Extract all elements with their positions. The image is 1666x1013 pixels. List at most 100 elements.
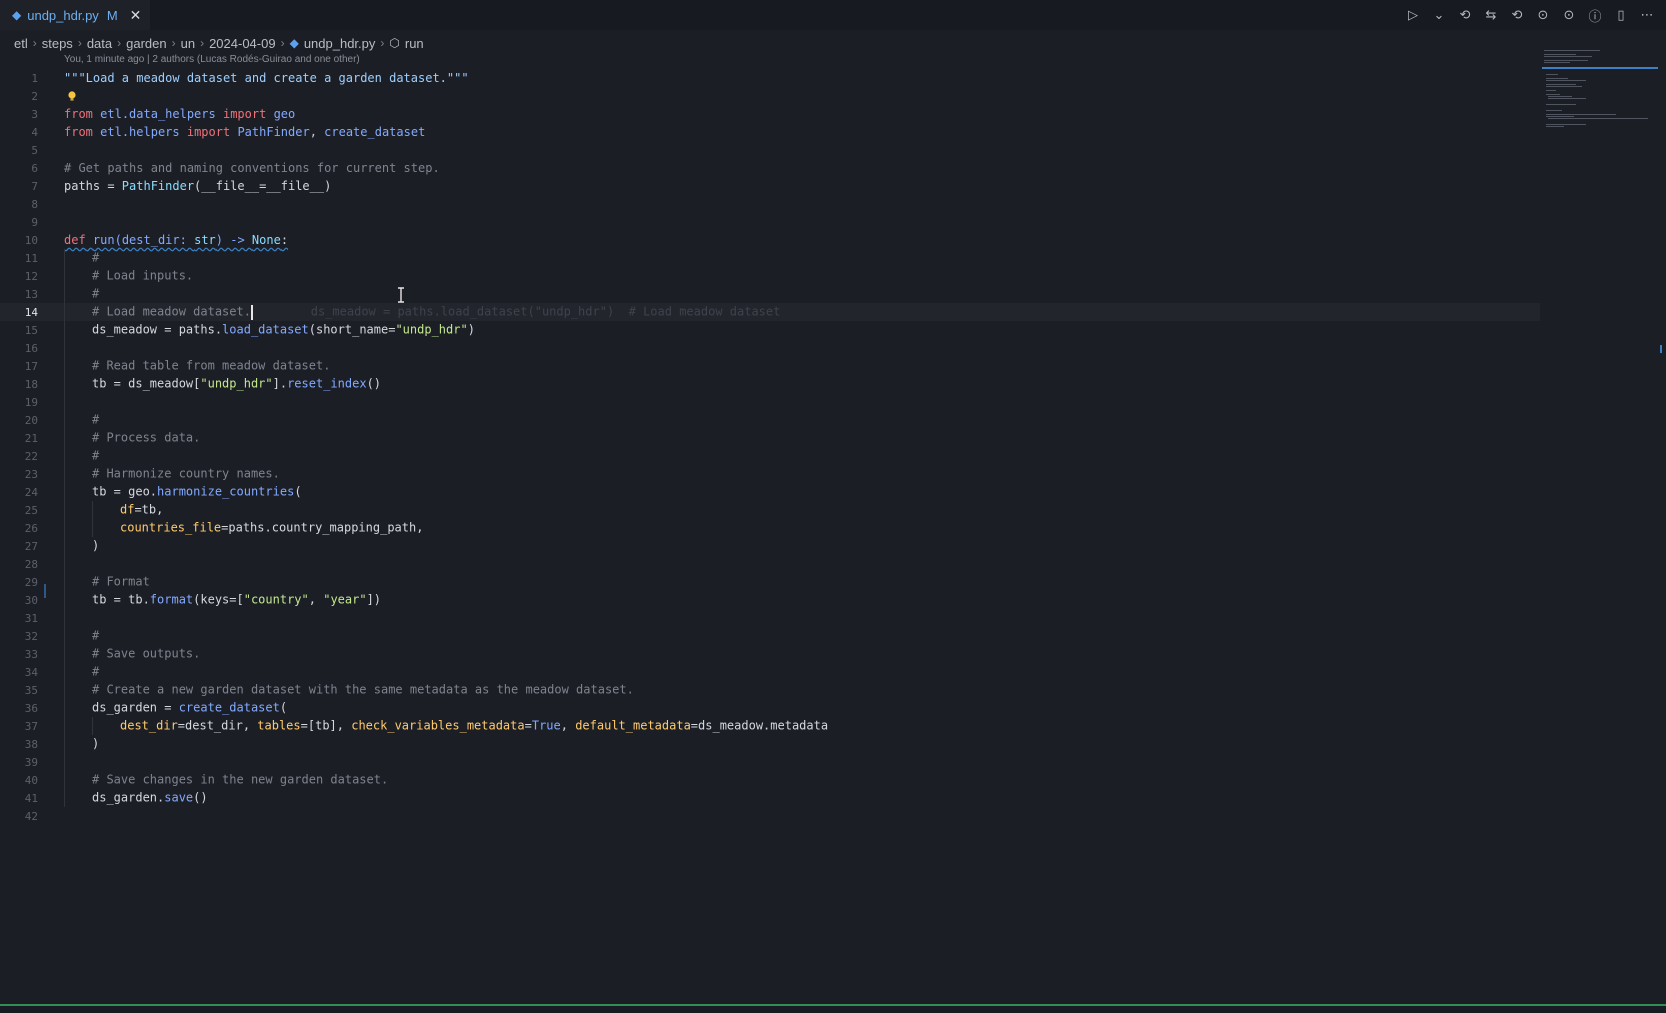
next-change-icon[interactable]: ⊙	[1560, 6, 1578, 24]
previous-change-icon[interactable]: ⊙	[1534, 6, 1552, 24]
close-icon[interactable]: ✕	[130, 7, 142, 24]
line-number: 42	[24, 809, 38, 823]
line-number: 8	[31, 197, 38, 211]
chevron-right-icon: ›	[171, 36, 176, 50]
breadcrumb-item[interactable]: data	[87, 36, 112, 51]
punctuation: ()	[366, 376, 382, 391]
code-text: (keys=[	[193, 592, 244, 607]
breadcrumb-item[interactable]: un	[181, 36, 195, 51]
git-blame-annotation[interactable]: You, 1 minute ago | 2 authors (Lucas Rod…	[64, 54, 360, 65]
line-number: 13	[24, 287, 38, 301]
editor-actions: ▷ ⌄ ⟲ ⇆ ⟲ ⊙ ⊙ ⓘ ▯ ⋯	[1404, 6, 1656, 24]
line-number: 21	[24, 431, 38, 445]
python-file-icon: ◆	[12, 8, 22, 22]
function-name: reset_index	[287, 376, 367, 391]
code-line: 2	[0, 87, 1540, 105]
line-number: 36	[24, 701, 38, 715]
code-line: 6 # Get paths and naming conventions for …	[0, 159, 1540, 177]
code-text: =[tb],	[300, 718, 352, 733]
code-line: 18 tb = ds_meadow["undp_hdr"].reset_index…	[0, 375, 1540, 393]
modified-badge: M	[106, 7, 118, 23]
tab-filename: undp_hdr.py	[27, 7, 99, 23]
revert-icon[interactable]: ⟲	[1508, 6, 1526, 24]
scrollbar-marker[interactable]	[1660, 345, 1662, 353]
import-name: create_dataset	[324, 125, 426, 139]
minimap[interactable]	[1542, 50, 1658, 140]
breadcrumb-item[interactable]: etl	[14, 36, 28, 51]
chevron-right-icon: ›	[117, 36, 122, 50]
comment: # Load meadow dataset.	[92, 304, 251, 319]
code-line: 8	[0, 195, 1540, 213]
punctuation: =	[524, 718, 532, 733]
line-number: 28	[24, 557, 38, 571]
code-line: 33 # Save outputs.	[0, 645, 1540, 663]
comment: # Process data.	[92, 430, 201, 445]
code-text: =paths.country_mapping_path,	[221, 520, 424, 535]
history-icon[interactable]: ⟲	[1456, 6, 1474, 24]
code-text: ].	[272, 376, 288, 391]
line-number: 35	[24, 683, 38, 697]
split-editor-icon[interactable]: ▯	[1612, 6, 1630, 24]
code-line: 3 from etl.data_helpers import geo	[0, 105, 1540, 123]
code-line: 42	[0, 807, 1540, 825]
comment: # Format	[92, 574, 150, 589]
punctuation: ,	[308, 592, 324, 607]
comment: # Read table from meadow dataset.	[92, 358, 331, 373]
line-number: 19	[24, 395, 38, 409]
line-number: 11	[24, 251, 38, 265]
lightbulb-icon[interactable]	[66, 90, 78, 102]
line-number: 30	[24, 593, 38, 607]
code-line: 11 #	[0, 249, 1540, 267]
line-number: 18	[24, 377, 38, 391]
breadcrumb-item[interactable]: undp_hdr.py	[304, 36, 376, 51]
line-number: 1	[31, 71, 38, 85]
code-text: tb = tb.	[92, 592, 150, 607]
line-number: 23	[24, 467, 38, 481]
code-line: 41 ds_garden.save()	[0, 789, 1540, 807]
breadcrumb-item[interactable]: run	[405, 36, 424, 51]
info-icon[interactable]: ⓘ	[1586, 6, 1604, 24]
code-line: 15 ds_meadow = paths.load_dataset(short_n…	[0, 321, 1540, 339]
code-line: 5	[0, 141, 1540, 159]
line-number: 16	[24, 341, 38, 355]
inline-suggestion[interactable]: ds_meadow = paths.load_dataset("undp_hdr…	[311, 305, 781, 319]
keyword: def	[64, 233, 86, 247]
code-text: =dest_dir,	[177, 718, 258, 733]
run-icon[interactable]: ▷	[1404, 6, 1422, 24]
code-text: tb = geo.	[92, 484, 158, 499]
comment: # Get paths and naming conventions for c…	[64, 161, 440, 175]
string: "undp_hdr"	[200, 376, 273, 391]
code-line: 36 ds_garden = create_dataset(	[0, 699, 1540, 717]
line-number: 10	[24, 233, 38, 247]
breadcrumb-item[interactable]: 2024-04-09	[209, 36, 276, 51]
line-number: 41	[24, 791, 38, 805]
code-line: 13 #	[0, 285, 1540, 303]
type-name: None	[251, 233, 281, 247]
function-name: save	[164, 790, 194, 805]
breadcrumb-item[interactable]: garden	[126, 36, 166, 51]
more-actions-icon[interactable]: ⋯	[1638, 6, 1656, 24]
breadcrumb-item[interactable]: steps	[42, 36, 73, 51]
function-name: run	[92, 233, 115, 247]
line-number: 6	[31, 161, 38, 175]
keyword: from	[64, 107, 93, 121]
tab-undp-hdr[interactable]: ◆ undp_hdr.py M ✕	[0, 0, 150, 30]
function-name: format	[149, 592, 194, 607]
comment: #	[92, 286, 100, 301]
line-number: 38	[24, 737, 38, 751]
string: "undp_hdr"	[395, 322, 468, 337]
code-text: (dest_dir:	[114, 233, 195, 247]
compare-icon[interactable]: ⇆	[1482, 6, 1500, 24]
parameter: default_metadata	[575, 718, 691, 733]
punctuation: )	[92, 736, 100, 751]
chevron-down-icon[interactable]: ⌄	[1430, 6, 1448, 24]
comment: #	[92, 250, 100, 265]
text-cursor	[250, 304, 253, 320]
parameter: check_variables_metadata	[351, 718, 525, 733]
line-number: 39	[24, 755, 38, 769]
chevron-right-icon: ›	[32, 36, 37, 50]
code-editor[interactable]: 1 """Load a meadow dataset and create a g…	[0, 69, 1540, 825]
code-line: 26 countries_file=paths.country_mapping_p…	[0, 519, 1540, 537]
code-text: ds_garden.	[92, 790, 165, 805]
code-line: 35 # Create a new garden dataset with the…	[0, 681, 1540, 699]
